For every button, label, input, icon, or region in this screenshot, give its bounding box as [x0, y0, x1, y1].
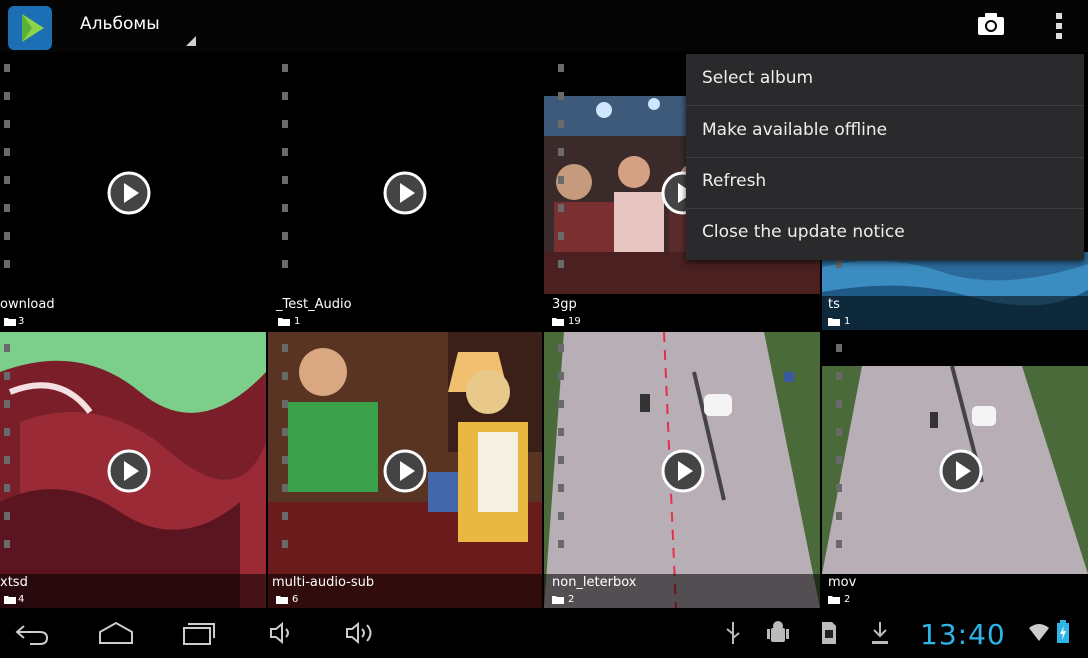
play-icon[interactable] [660, 448, 706, 494]
folder-icon [552, 596, 564, 604]
wifi-icon [1029, 624, 1049, 641]
menu-item-refresh[interactable]: Refresh [686, 157, 1084, 209]
folder-icon [552, 318, 564, 326]
volume-down-icon[interactable] [268, 620, 298, 646]
download-icon [872, 622, 888, 644]
play-icon[interactable] [938, 448, 984, 494]
album-count: 6 [292, 594, 299, 605]
filmstrip-edge [282, 64, 288, 268]
play-icon[interactable] [106, 170, 152, 216]
filmstrip-edge [4, 344, 10, 548]
system-bar: 13:40 [0, 608, 1088, 658]
folder-icon [828, 596, 840, 604]
play-icon[interactable] [382, 170, 428, 216]
folder-icon [278, 318, 290, 326]
album-name: xtsd [0, 575, 28, 590]
action-bar: Альбомы [0, 0, 1088, 52]
page-title[interactable]: Альбомы [80, 14, 160, 34]
overflow-menu-icon[interactable] [1052, 12, 1066, 40]
menu-item-close-update-notice[interactable]: Close the update notice [686, 208, 1084, 259]
album-count: 2 [568, 594, 575, 605]
filmstrip-edge [558, 64, 564, 268]
album-count: 19 [568, 316, 581, 327]
recent-apps-icon[interactable] [180, 620, 216, 646]
menu-item-select-album[interactable]: Select album [686, 54, 1084, 106]
android-debug-icon [767, 621, 789, 642]
back-icon[interactable] [14, 620, 50, 646]
battery-charging-icon [1057, 620, 1069, 643]
album-name: multi-audio-sub [272, 575, 375, 590]
folder-icon [4, 318, 16, 326]
folder-icon [828, 318, 840, 326]
album-count: 4 [18, 594, 25, 605]
album-name: _Test_Audio [276, 297, 352, 312]
home-icon[interactable] [96, 620, 136, 646]
album-tile[interactable]: xtsd 4 [0, 332, 266, 608]
menu-item-make-available-offline[interactable]: Make available offline [686, 106, 1084, 158]
filmstrip-edge [282, 344, 288, 548]
play-icon[interactable] [106, 448, 152, 494]
folder-icon [276, 596, 288, 604]
album-name: 3gp [552, 297, 577, 312]
sd-card-icon [822, 622, 836, 644]
album-count: 1 [844, 316, 851, 327]
folder-icon [4, 596, 16, 604]
album-name: ts [828, 297, 840, 312]
clock: 13:40 [920, 618, 1006, 651]
overflow-menu: Select album Make available offline Refr… [686, 54, 1084, 260]
album-name: ownload [0, 297, 55, 312]
album-tile[interactable]: mov 2 [822, 332, 1088, 608]
usb-icon [726, 622, 740, 644]
album-count: 2 [844, 594, 851, 605]
album-tile[interactable]: _Test_Audio 1 [268, 52, 542, 330]
dropdown-caret-icon[interactable] [186, 36, 196, 46]
filmstrip-edge [558, 344, 564, 548]
play-icon[interactable] [382, 448, 428, 494]
camera-icon[interactable] [977, 12, 1005, 36]
album-tile[interactable]: non_leterbox 2 [544, 332, 820, 608]
album-name: mov [828, 575, 857, 590]
album-tile[interactable]: multi-audio-sub 6 [268, 332, 542, 608]
filmstrip-edge [836, 344, 842, 548]
app-logo-icon[interactable] [8, 6, 52, 50]
album-tile[interactable]: ownload 3 [0, 52, 266, 330]
album-count: 3 [18, 316, 25, 327]
volume-up-icon[interactable] [344, 620, 380, 646]
filmstrip-edge [4, 64, 10, 268]
album-name: non_leterbox [552, 575, 637, 590]
album-count: 1 [294, 316, 301, 327]
